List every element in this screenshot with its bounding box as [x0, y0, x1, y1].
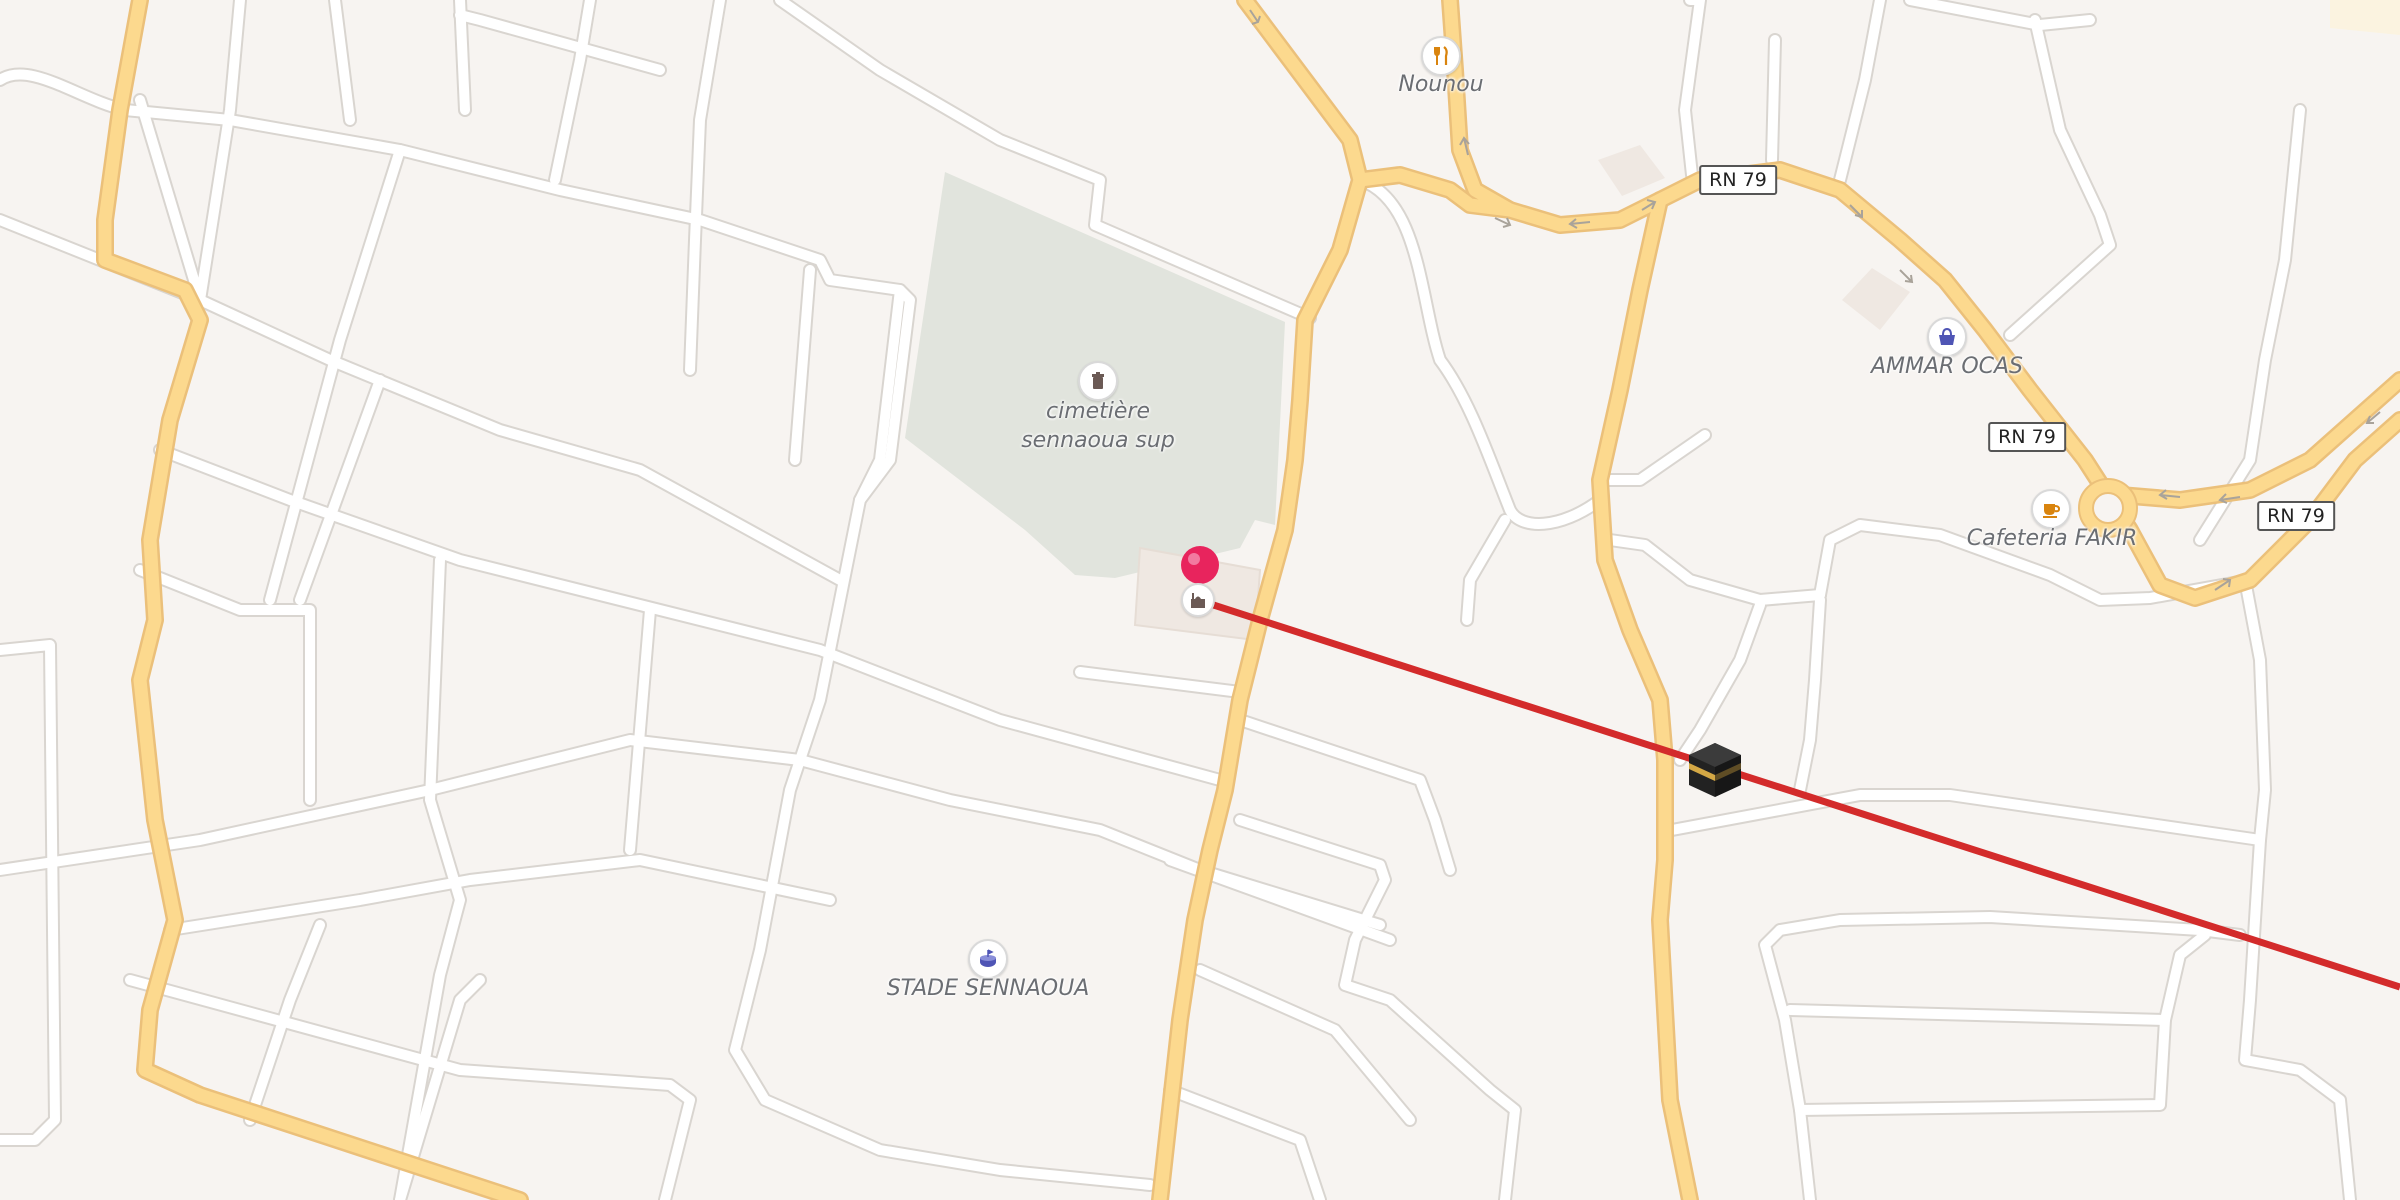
mosque-icon[interactable]: [1181, 583, 1215, 617]
road-shield-rn79: RN 79: [1699, 165, 1777, 195]
shopping-basket-icon[interactable]: [1927, 317, 1967, 357]
road-shield-rn79: RN 79: [1988, 422, 2066, 452]
poi-label-nounou[interactable]: Nounou: [1398, 70, 1483, 99]
cemetery-icon[interactable]: [1078, 361, 1118, 401]
poi-label-stade-sennaoua[interactable]: STADE SENNAOUA: [887, 974, 1090, 1003]
cafe-icon[interactable]: [2031, 489, 2071, 529]
poi-label-cemetery[interactable]: cimetière sennaoua sup: [1021, 397, 1175, 455]
poi-label-cafeteria-fakir[interactable]: Cafeteria FAKIR: [1967, 524, 2138, 553]
stadium-icon[interactable]: [968, 939, 1008, 979]
poi-label-ammar-ocas[interactable]: AMMAR OCAS: [1871, 352, 2023, 381]
road-shield-rn79: RN 79: [2257, 501, 2335, 531]
